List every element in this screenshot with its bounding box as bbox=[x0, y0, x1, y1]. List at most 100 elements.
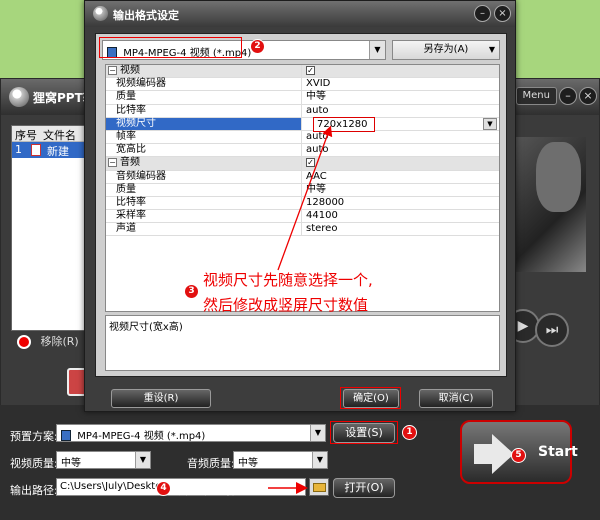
chevron-down-icon[interactable]: ▼ bbox=[135, 452, 150, 468]
file-row-index: 1 bbox=[15, 143, 22, 156]
browse-folder-button[interactable] bbox=[309, 478, 329, 496]
remove-label: 移除(R) bbox=[40, 335, 79, 348]
property-name-cell: 宽高比 bbox=[106, 144, 302, 157]
property-row[interactable]: 比特率 128000 bbox=[106, 196, 499, 211]
video-quality-label: 视频质量: bbox=[10, 457, 58, 470]
property-name: 比特率 bbox=[116, 104, 146, 116]
chevron-down-icon[interactable]: ▼ bbox=[310, 425, 325, 441]
output-format-dialog: 输出格式设定 – × MP4-MPEG-4 视频 (*.mp4) ▼ 另存为(A… bbox=[84, 0, 516, 412]
remove-button[interactable]: 移除(R) bbox=[17, 333, 79, 349]
property-name: 采样率 bbox=[116, 210, 146, 222]
property-value[interactable]: auto bbox=[303, 144, 329, 156]
property-name: 质量 bbox=[116, 183, 136, 195]
video-size-input[interactable]: 720x1280 bbox=[313, 116, 375, 132]
reset-button[interactable]: 重设(R) bbox=[111, 389, 211, 408]
property-name-cell: 视频尺寸 bbox=[106, 117, 302, 130]
property-value[interactable]: stereo bbox=[303, 223, 337, 235]
next-icon[interactable]: ⏭ bbox=[535, 313, 569, 347]
property-name: 视频编码器 bbox=[116, 78, 166, 90]
property-name: 帧率 bbox=[116, 130, 136, 142]
file-list-header: 序号 文件名 bbox=[12, 126, 86, 142]
property-name-cell: 视频编码器 bbox=[106, 78, 302, 91]
column-header-index[interactable]: 序号 bbox=[12, 126, 40, 142]
minimize-icon[interactable]: – bbox=[559, 87, 577, 105]
property-name-cell: 声道 bbox=[106, 223, 302, 236]
step-badge-3: 3 bbox=[184, 284, 199, 299]
property-name-cell: − 视频 bbox=[106, 65, 302, 78]
close-icon[interactable]: × bbox=[494, 5, 511, 22]
file-row-name: 新建 bbox=[47, 145, 69, 158]
enable-checkbox[interactable]: ✓ bbox=[306, 158, 315, 168]
save-as-button[interactable]: 另存为(A) ▼ bbox=[392, 40, 500, 60]
property-name-cell: 音频编码器 bbox=[106, 170, 302, 183]
chevron-down-icon[interactable]: ▼ bbox=[312, 452, 327, 468]
chevron-down-icon[interactable]: ▼ bbox=[369, 41, 385, 59]
property-name: 质量 bbox=[116, 91, 136, 103]
preview-image bbox=[536, 142, 581, 212]
chevron-down-icon[interactable]: ▼ bbox=[483, 117, 497, 130]
property-description: 视频尺寸(宽x高) bbox=[105, 315, 500, 371]
file-row[interactable]: 1 新建 bbox=[12, 142, 86, 158]
annotation-note-line1: 视频尺寸先随意选择一个, bbox=[203, 271, 373, 289]
property-row[interactable]: 音频编码器 AAC bbox=[106, 170, 499, 184]
preset-select[interactable]: MP4-MPEG-4 视频 (*.mp4) ▼ bbox=[56, 424, 326, 442]
property-section-row[interactable]: − 视频 ✓ bbox=[106, 65, 499, 79]
property-row[interactable]: 帧率 auto bbox=[106, 130, 499, 145]
property-name-cell: 比特率 bbox=[106, 104, 302, 117]
ok-highlight-box bbox=[340, 387, 401, 409]
property-value[interactable]: 中等 bbox=[303, 184, 326, 196]
property-row[interactable]: 声道 stereo bbox=[106, 223, 499, 237]
property-name-cell: 采样率 bbox=[106, 210, 302, 223]
property-name-cell: 质量 bbox=[106, 91, 302, 104]
collapse-icon[interactable]: − bbox=[108, 158, 117, 168]
property-row[interactable]: 视频尺寸 720x1280 ▼ bbox=[106, 116, 499, 132]
property-name: 声道 bbox=[116, 223, 136, 235]
cancel-button[interactable]: 取消(C) bbox=[419, 389, 493, 408]
property-value[interactable]: auto bbox=[303, 131, 329, 143]
property-value[interactable]: 44100 bbox=[303, 210, 338, 222]
column-header-name[interactable]: 文件名 bbox=[40, 126, 79, 142]
folder-icon bbox=[313, 483, 326, 492]
property-row[interactable]: 质量 中等 bbox=[106, 91, 499, 105]
file-list: 序号 文件名 1 新建 bbox=[11, 125, 87, 331]
property-name: 音频编码器 bbox=[116, 170, 166, 182]
close-icon[interactable]: × bbox=[579, 87, 597, 105]
property-value[interactable]: 中等 bbox=[303, 91, 326, 103]
property-name: 比特率 bbox=[116, 196, 146, 208]
property-row[interactable]: 视频编码器 XVID bbox=[106, 78, 499, 92]
menu-button[interactable]: Menu bbox=[515, 87, 557, 105]
audio-quality-select[interactable]: 中等 ▼ bbox=[233, 451, 328, 469]
property-name: 视频尺寸 bbox=[116, 117, 156, 129]
step-badge-2: 2 bbox=[250, 39, 265, 54]
video-quality-select[interactable]: 中等 ▼ bbox=[56, 451, 151, 469]
property-section-row[interactable]: − 音频 ✓ bbox=[106, 157, 499, 171]
chevron-down-icon: ▼ bbox=[488, 45, 495, 54]
property-value[interactable]: 128000 bbox=[303, 197, 344, 209]
video-quality-value: 中等 bbox=[61, 458, 81, 469]
property-row[interactable]: 质量 中等 bbox=[106, 183, 499, 197]
property-name-cell: 质量 bbox=[106, 183, 302, 196]
open-folder-button[interactable]: 打开(O) bbox=[333, 478, 395, 498]
step-badge-1: 1 bbox=[402, 425, 417, 440]
collapse-icon[interactable]: − bbox=[108, 66, 117, 75]
property-value[interactable]: XVID bbox=[303, 78, 330, 90]
step-badge-4: 4 bbox=[156, 481, 171, 496]
property-row[interactable]: 比特率 auto bbox=[106, 104, 499, 118]
dialog-body: MP4-MPEG-4 视频 (*.mp4) ▼ 另存为(A) ▼ − 视频 ✓ 视频编… bbox=[95, 33, 507, 377]
property-name: 视频 bbox=[120, 65, 140, 76]
video-format-icon bbox=[61, 430, 71, 441]
property-name-cell: 帧率 bbox=[106, 130, 302, 144]
property-value[interactable]: auto bbox=[303, 105, 329, 117]
property-row[interactable]: 宽高比 auto bbox=[106, 144, 499, 158]
dialog-title-bar: 输出格式设定 – × bbox=[85, 1, 515, 27]
minimize-icon[interactable]: – bbox=[474, 5, 491, 22]
enable-checkbox[interactable]: ✓ bbox=[306, 66, 315, 75]
property-value[interactable]: AAC bbox=[303, 171, 327, 183]
settings-highlight-box bbox=[330, 421, 398, 444]
property-name-cell: 比特率 bbox=[106, 196, 302, 210]
property-row[interactable]: 采样率 44100 bbox=[106, 210, 499, 224]
app-logo-icon bbox=[9, 87, 29, 107]
audio-quality-label: 音频质量: bbox=[187, 457, 235, 470]
video-preview bbox=[516, 137, 586, 272]
dialog-logo-icon bbox=[93, 6, 108, 21]
